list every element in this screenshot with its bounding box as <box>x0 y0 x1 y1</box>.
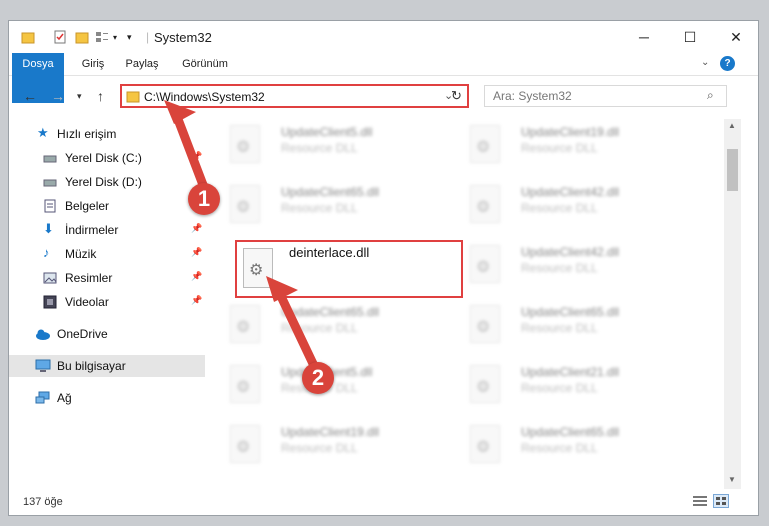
step-badge-2: 2 <box>302 362 334 394</box>
pointer-arrow-2 <box>266 276 321 375</box>
step-badge-1: 1 <box>188 183 220 215</box>
